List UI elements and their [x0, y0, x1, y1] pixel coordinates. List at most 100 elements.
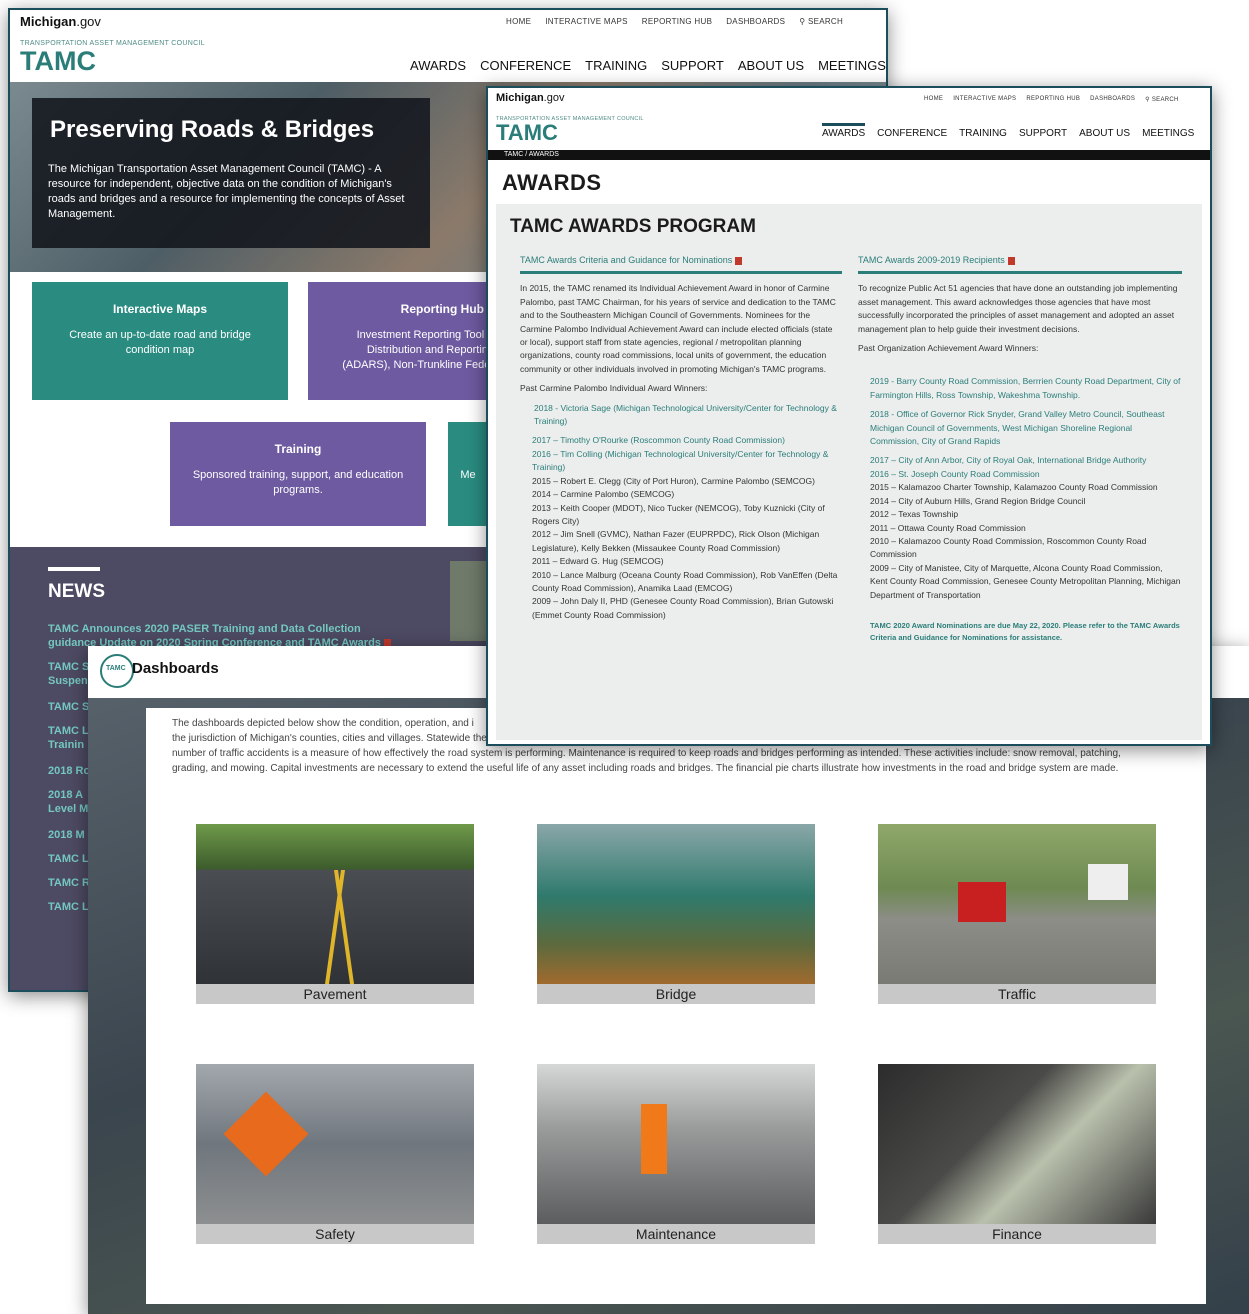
nav-training[interactable]: TRAINING [585, 58, 647, 73]
nav-support[interactable]: SUPPORT [661, 58, 724, 73]
hero-text: The Michigan Transportation Asset Manage… [48, 163, 405, 220]
news-link[interactable]: Suspen [48, 675, 88, 687]
traffic-image [878, 824, 1156, 984]
breadcrumb: TAMC / AWARDS [488, 150, 1210, 160]
winner-item: 2017 – Timothy O'Rourke (Roscommon Count… [532, 435, 785, 446]
winner-item: 2009 – John Daly II, PHD (Genesee County… [532, 596, 834, 620]
tile-desc: Investment Reporting Tool (I Distributio… [342, 329, 494, 371]
org-intro: To recognize Public Act 51 agencies that… [858, 283, 1178, 334]
card-caption: Maintenance [537, 1224, 815, 1244]
card-caption: Safety [196, 1224, 474, 1244]
winner-item: 2016 – St. Joseph County Road Commission [870, 468, 1040, 479]
bridge-image [537, 824, 815, 984]
tile-title: Interactive Maps [112, 302, 208, 316]
news-link[interactable]: 2018 Ro [48, 765, 90, 777]
news-link[interactable]: 2018 A [48, 789, 83, 801]
tile-meetings[interactable]: Me [448, 422, 488, 526]
tile-interactive-maps[interactable]: Interactive Maps Create an up-to-date ro… [32, 282, 288, 400]
dashboards-panel: The dashboards depicted below show the c… [146, 708, 1206, 1304]
nav-about-us[interactable]: ABOUT US [738, 58, 804, 73]
criteria-link[interactable]: TAMC Awards Criteria and Guidance for No… [520, 254, 842, 275]
utility-nav: HOME INTERACTIVE MAPS REPORTING HUB DASH… [924, 96, 1179, 103]
winner-item: 2009 – City of Manistee, City of Marquet… [870, 562, 1181, 600]
util-search[interactable]: ⚲ SEARCH [799, 17, 843, 26]
nav-conference[interactable]: CONFERENCE [480, 58, 571, 73]
utility-nav: HOME INTERACTIVE MAPS REPORTING HUB DASH… [506, 17, 843, 26]
winner-item: 2011 – Edward G. Hug (SEMCOG) [532, 556, 664, 567]
org-winner-2018: 2018 - Office of Governor Rick Snyder, G… [870, 409, 1165, 447]
news-heading: NEWS [48, 581, 105, 602]
nav-awards[interactable]: AWARDS [410, 58, 466, 73]
palombo-past-label: Past Carmine Palombo Individual Award Wi… [520, 383, 708, 394]
program-title: TAMC AWARDS PROGRAM [510, 216, 756, 237]
nav-training[interactable]: TRAINING [959, 128, 1007, 139]
news-link[interactable]: TAMC R [48, 877, 90, 889]
news-link[interactable]: 2018 M [48, 829, 85, 841]
winner-item: 2010 – Lance Malburg (Oceana County Road… [532, 569, 838, 593]
dashboard-card-traffic[interactable]: Traffic [878, 824, 1156, 1004]
nav-awards[interactable]: AWARDS [822, 123, 866, 139]
nav-meetings[interactable]: MEETINGS [1142, 128, 1194, 139]
news-link[interactable]: TAMC Announces 2020 PASER Training and D… [48, 623, 361, 635]
awards-left-column: TAMC Awards Criteria and Guidance for No… [520, 254, 842, 622]
tamc-logo-icon[interactable]: TAMC [100, 654, 134, 688]
dashboard-card-bridge[interactable]: Bridge [537, 824, 815, 1004]
finance-image [878, 1064, 1156, 1224]
michigan-gov-logo[interactable]: Michigan.gov [496, 92, 564, 104]
awards-program-panel: TAMC AWARDS PROGRAM TAMC Awards Criteria… [496, 204, 1202, 740]
util-dashboards[interactable]: DASHBOARDS [726, 17, 785, 26]
dashboards-screenshot: TAMC Dashboards The dashboards depicted … [88, 646, 1249, 1314]
nav-meetings[interactable]: MEETINGS [818, 58, 886, 73]
util-home[interactable]: HOME [924, 96, 943, 103]
news-divider [48, 567, 100, 571]
winner-item: 2010 – Kalamazoo County Road Commission,… [870, 535, 1147, 560]
page-title: AWARDS [502, 170, 602, 195]
org-winner-2019: 2019 - Barry County Road Commission, Ber… [870, 376, 1181, 400]
safety-image [196, 1064, 474, 1224]
dashboard-card-finance[interactable]: Finance [878, 1064, 1156, 1244]
winner-item: 2012 – Texas Township [870, 509, 959, 520]
news-link[interactable]: TAMC S [48, 661, 89, 673]
dashboard-card-safety[interactable]: Safety [196, 1064, 474, 1244]
tile-desc: Sponsored training, support, and educati… [192, 469, 404, 496]
winner-item: 2015 – Kalamazoo Charter Township, Kalam… [870, 482, 1158, 493]
util-search[interactable]: ⚲ SEARCH [1145, 96, 1178, 103]
nav-support[interactable]: SUPPORT [1019, 128, 1067, 139]
recipients-link[interactable]: TAMC Awards 2009-2019 Recipients [858, 254, 1182, 275]
palombo-intro: In 2015, the TAMC renamed its Individual… [520, 283, 836, 374]
news-link[interactable]: Trainin [48, 739, 84, 751]
maintenance-image [537, 1064, 815, 1224]
nav-about-us[interactable]: ABOUT US [1079, 128, 1130, 139]
dashboard-card-maintenance[interactable]: Maintenance [537, 1064, 815, 1244]
util-interactive-maps[interactable]: INTERACTIVE MAPS [953, 96, 1016, 103]
nav-conference[interactable]: CONFERENCE [877, 128, 947, 139]
tile-training[interactable]: Training Sponsored training, support, an… [170, 422, 426, 526]
awards-screenshot: Michigan.gov HOME INTERACTIVE MAPS REPOR… [486, 86, 1212, 746]
search-icon: ⚲ [1145, 97, 1152, 103]
util-reporting-hub[interactable]: REPORTING HUB [1026, 96, 1080, 103]
hero-caption: Preserving Roads & Bridges The Michigan … [32, 98, 430, 248]
tamc-logo[interactable]: TAMC [496, 120, 558, 146]
util-dashboards[interactable]: DASHBOARDS [1090, 96, 1135, 103]
dashboard-card-pavement[interactable]: Pavement [196, 824, 474, 1004]
palombo-winners-list: 2017 – Timothy O'Rourke (Roscommon Count… [520, 434, 842, 622]
util-reporting-hub[interactable]: REPORTING HUB [642, 17, 712, 26]
nomination-note: TAMC 2020 Award Nominations are due May … [870, 620, 1180, 642]
news-link[interactable]: TAMC L [48, 725, 89, 737]
news-link[interactable]: TAMC L [48, 853, 89, 865]
michigan-gov-logo[interactable]: Michigan.gov [20, 14, 101, 29]
news-link[interactable]: TAMC S [48, 701, 89, 713]
news-link[interactable]: Level M [48, 803, 88, 815]
winner-item: 2016 – Tim Colling (Michigan Technologic… [532, 448, 829, 473]
org-winners-list: 2017 – City of Ann Arbor, City of Royal … [858, 454, 1182, 601]
card-caption: Traffic [878, 984, 1156, 1004]
news-thumbnail[interactable] [450, 561, 490, 641]
tamc-logo[interactable]: TAMC [20, 46, 96, 77]
winner-item: 2017 – City of Ann Arbor, City of Royal … [870, 455, 1147, 466]
pavement-image [196, 824, 474, 984]
winner-item: 2012 – Jim Snell (GVMC), Nathan Fazer (E… [532, 529, 820, 553]
util-interactive-maps[interactable]: INTERACTIVE MAPS [545, 17, 628, 26]
util-home[interactable]: HOME [506, 17, 531, 26]
tile-reporting-hub[interactable]: Reporting Hub Investment Reporting Tool … [308, 282, 498, 400]
news-link[interactable]: TAMC L [48, 901, 89, 913]
